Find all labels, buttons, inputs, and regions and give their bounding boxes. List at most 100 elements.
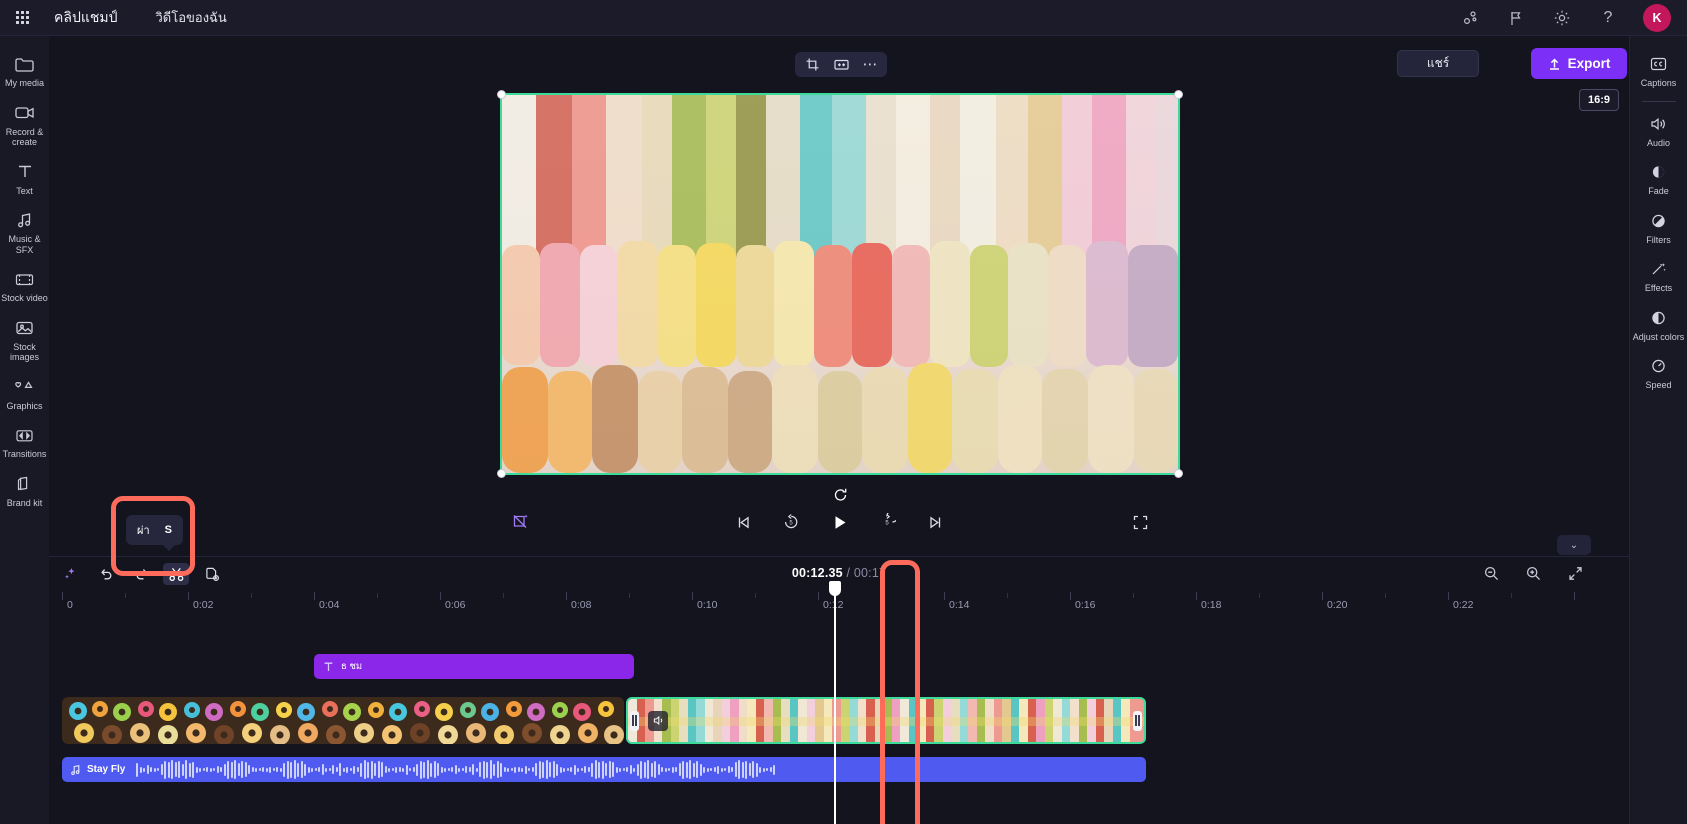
panel-item-fade[interactable]: Fade [1630,154,1687,203]
film-strip-icon [1,268,48,290]
resize-handle-top-right[interactable] [1174,90,1183,99]
ruler-label: 0:20 [1327,599,1348,611]
fullscreen-icon[interactable] [1132,514,1149,531]
ruler-label: 0:06 [445,599,466,611]
gear-settings-icon[interactable] [1551,7,1573,29]
sidebar-item-label: Transitions [2,449,47,459]
flag-feedback-icon[interactable] [1505,7,1527,29]
fit-timeline-button[interactable] [1565,563,1585,583]
export-upload-icon [1548,57,1561,71]
rewind-5s-button[interactable]: 5 [780,511,802,533]
people-share-icon[interactable] [1459,7,1481,29]
panel-item-filters[interactable]: Filters [1630,203,1687,252]
svg-text:5: 5 [789,521,793,527]
timeline-ruler[interactable]: 0 0:02 0:04 0:06 0:08 0:10 0:12 0:14 0:1… [49,592,1629,616]
resize-handle-bottom-right[interactable] [1174,469,1183,478]
top-bar: คลิปแชมป์ วิดีโอของฉัน ? K [0,0,1687,36]
audio-clip[interactable]: Stay Fly [62,757,1146,782]
closed-caption-icon [1631,53,1687,75]
speaker-icon [1631,113,1687,135]
more-options-icon[interactable]: ⋯ [861,56,879,74]
panel-item-speed[interactable]: Speed [1630,348,1687,397]
text-clip[interactable]: ธ ชม [314,654,634,679]
macarons-thumbnail-strip [628,699,1144,742]
panel-item-audio[interactable]: Audio [1630,106,1687,155]
trim-handle-right[interactable] [1133,710,1142,731]
project-name[interactable]: วิดีโอของฉัน [155,7,226,28]
ruler-label: 0:08 [571,599,592,611]
sidebar-item-stock-images[interactable]: Stock images [0,310,49,369]
share-button[interactable]: แชร์ [1397,50,1479,77]
brand-kit-icon [1,473,48,495]
brand-name[interactable]: คลิปแชมป์ [44,7,127,29]
panel-item-effects[interactable]: Effects [1630,251,1687,300]
sidebar-item-brand-kit[interactable]: Brand kit [0,466,49,515]
playback-controls: 5 5 [49,500,1629,544]
ruler-label: 0:14 [949,599,970,611]
time-readout: 00:12.35 / 00:17 [49,566,1629,580]
fit-fill-icon[interactable] [832,56,850,74]
resize-handle-top-left[interactable] [497,90,506,99]
panel-item-label: Fade [1648,186,1669,196]
preview-video-selection[interactable] [497,90,1183,501]
ruler-label: 0 [67,599,73,611]
ruler-label: 0:16 [1075,599,1096,611]
panel-item-adjust-colors[interactable]: Adjust colors [1630,300,1687,349]
sidebar-item-graphics[interactable]: Graphics [0,369,49,418]
playhead-handle[interactable] [829,581,841,596]
ruler-label: 0:02 [193,599,214,611]
ruler-label: 0:04 [319,599,340,611]
help-icon[interactable]: ? [1597,7,1619,29]
audio-clip-label: Stay Fly [87,764,126,775]
svg-text:5: 5 [885,521,889,527]
crop-icon[interactable] [803,56,821,74]
sidebar-item-stock-video[interactable]: Stock video [0,261,49,310]
play-button[interactable] [828,511,850,533]
shapes-icon [1,376,48,398]
text-clip-label: ธ ชม [341,661,363,672]
skip-to-end-button[interactable] [924,511,946,533]
image-icon [1,317,48,339]
split-tooltip-shortcut: S [164,524,172,536]
sidebar-item-label: Stock video [1,293,48,303]
sidebar-item-label: Record & create [5,126,44,148]
forward-5s-button[interactable]: 5 [876,511,898,533]
folder-icon [1,53,48,75]
ruler-label: 0:22 [1453,599,1474,611]
text-icon [323,661,334,673]
export-button[interactable]: Export [1531,48,1627,79]
skip-to-start-button[interactable] [732,511,754,533]
zoom-out-button[interactable] [1481,563,1501,583]
filters-icon [1631,210,1687,232]
panel-item-captions[interactable]: Captions [1630,46,1687,95]
text-track: ธ ชม [49,654,1629,684]
timeline-collapse-button[interactable]: ⌄ [1557,535,1591,555]
time-separator: / [846,566,851,580]
split-tooltip-label: ผ่า [137,525,150,537]
top-bar-actions: ? K [1459,3,1687,32]
playhead[interactable] [829,581,841,824]
speaker-icon[interactable] [648,710,668,731]
sidebar-item-my-media[interactable]: My media [0,46,49,95]
avatar[interactable]: K [1643,3,1671,32]
sidebar-item-transitions[interactable]: Transitions [0,417,49,466]
timeline-tracks: ธ ชม Stay Fly [49,654,1629,782]
panel-item-label: Filters [1646,234,1671,245]
current-time: 00:12.35 [791,566,843,580]
macarons-clip[interactable] [626,697,1146,744]
resize-handle-bottom-left[interactable] [497,469,506,478]
sidebar-item-music-sfx[interactable]: Music & SFX [0,202,49,261]
music-note-icon [70,764,81,776]
zoom-in-button[interactable] [1523,563,1543,583]
trim-handle-left[interactable] [630,710,639,731]
aspect-ratio-badge[interactable]: 16:9 [1579,89,1619,111]
sidebar-item-label: Graphics [6,400,43,411]
sidebar-item-record-create[interactable]: Record & create [0,95,49,154]
video-track [49,697,1629,744]
split-tooltip: ผ่า S [126,515,183,551]
sidebar-item-text[interactable]: Text [0,154,49,203]
app-launcher-button[interactable] [0,11,44,24]
donuts-thumbnail-strip [62,697,624,744]
sidebar-item-label: Brand kit [6,497,43,508]
donuts-clip[interactable] [62,697,624,744]
